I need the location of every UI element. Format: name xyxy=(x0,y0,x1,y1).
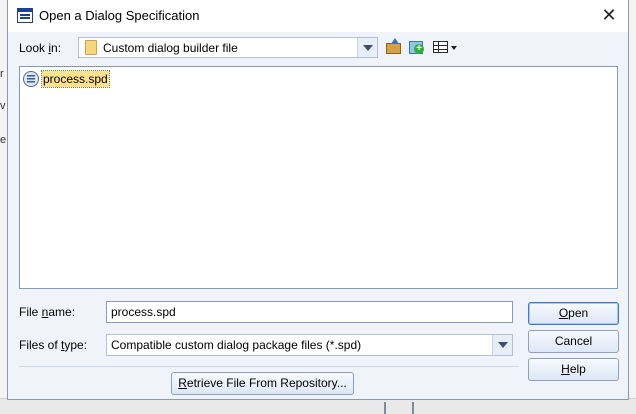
view-menu-icon[interactable] xyxy=(432,38,458,56)
background-scroll-handle xyxy=(384,402,414,414)
look-in-dropdown[interactable]: Custom dialog builder file xyxy=(78,37,378,58)
cancel-button[interactable]: Cancel xyxy=(528,330,619,353)
files-of-type-label: Files of type: xyxy=(19,338,88,352)
spd-file-icon xyxy=(23,71,39,87)
dialog-spec-icon xyxy=(17,8,33,23)
divider xyxy=(19,366,519,367)
list-item[interactable]: process.spd xyxy=(23,70,113,88)
file-list[interactable]: process.spd xyxy=(19,66,618,289)
chevron-down-icon[interactable] xyxy=(357,38,377,57)
file-name-input[interactable]: process.spd xyxy=(106,301,513,323)
up-one-level-icon[interactable] xyxy=(385,38,403,56)
open-button[interactable]: Open xyxy=(528,302,619,325)
file-name-label: File name: xyxy=(19,305,76,319)
background-statusbar xyxy=(0,398,636,414)
close-icon[interactable]: ✕ xyxy=(596,3,622,27)
files-of-type-value: Compatible custom dialog package files (… xyxy=(111,338,362,352)
create-new-folder-icon[interactable]: + xyxy=(408,38,426,56)
help-button[interactable]: Help xyxy=(528,358,619,381)
dialog-title: Open a Dialog Specification xyxy=(39,8,200,23)
open-dialog: Open a Dialog Specification ✕ Look in: C… xyxy=(7,0,629,400)
chevron-down-icon[interactable] xyxy=(492,335,512,355)
folder-icon xyxy=(85,40,97,55)
look-in-value: Custom dialog builder file xyxy=(103,41,238,55)
retrieve-from-repository-button[interactable]: Retrieve File From Repository... xyxy=(171,372,354,395)
file-item-name: process.spd xyxy=(41,70,110,88)
files-of-type-dropdown[interactable]: Compatible custom dialog package files (… xyxy=(106,334,513,356)
title-bar: Open a Dialog Specification ✕ xyxy=(8,0,628,32)
look-in-label: Look in: xyxy=(19,41,62,55)
